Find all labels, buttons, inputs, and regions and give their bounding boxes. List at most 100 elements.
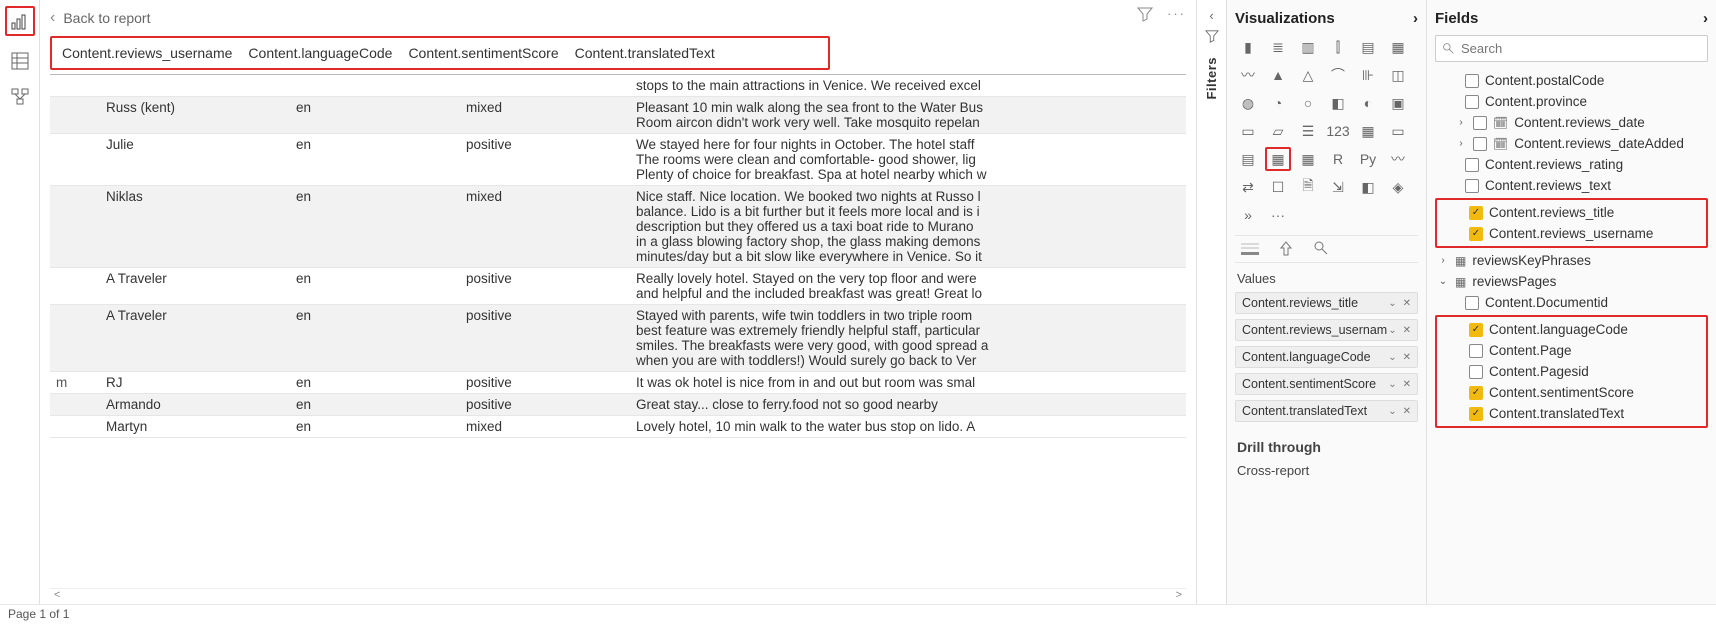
viz-type-icon[interactable]: 123: [1325, 119, 1351, 143]
checkbox[interactable]: [1465, 74, 1479, 88]
back-to-report-button[interactable]: ‹ Back to report: [50, 9, 150, 27]
field-item[interactable]: Content.reviews_title: [1439, 202, 1704, 223]
table-row[interactable]: mRJenpositiveIt was ok hotel is nice fro…: [50, 372, 1186, 394]
field-item[interactable]: Content.sentimentScore: [1439, 382, 1704, 403]
checkbox[interactable]: [1473, 137, 1487, 151]
viz-type-icon[interactable]: ▦: [1295, 147, 1321, 171]
viz-type-icon[interactable]: ⌒: [1325, 63, 1351, 87]
remove-icon[interactable]: ✕: [1403, 406, 1411, 417]
viz-type-icon[interactable]: ▭: [1385, 119, 1411, 143]
viz-type-icon[interactable]: ◔: [1265, 91, 1291, 115]
data-table[interactable]: stops to the main attractions in Venice.…: [50, 75, 1186, 438]
viz-type-icon[interactable]: ⫿: [1325, 35, 1351, 59]
remove-icon[interactable]: ✕: [1403, 352, 1411, 363]
format-tab[interactable]: [1279, 240, 1293, 256]
viz-type-icon[interactable]: ▦: [1385, 35, 1411, 59]
viz-type-icon[interactable]: »: [1235, 203, 1261, 227]
table-row[interactable]: MartynenmixedLovely hotel, 10 min walk t…: [50, 416, 1186, 438]
field-item[interactable]: ›▦reviewsKeyPhrases: [1435, 250, 1708, 271]
expand-icon[interactable]: ›: [1455, 138, 1467, 149]
chevron-down-icon[interactable]: ⌄: [1388, 379, 1396, 390]
horizontal-scrollbar[interactable]: <>: [50, 588, 1186, 604]
chevron-down-icon[interactable]: ⌄: [1388, 406, 1396, 417]
viz-type-icon[interactable]: ⊪: [1355, 63, 1381, 87]
table-row[interactable]: NiklasenmixedNice staff. Nice location. …: [50, 186, 1186, 268]
viz-type-icon[interactable]: ◈: [1385, 175, 1411, 199]
viz-type-icon[interactable]: ◧: [1355, 175, 1381, 199]
viz-type-icon[interactable]: ▥: [1295, 35, 1321, 59]
table-row[interactable]: A TravelerenpositiveReally lovely hotel.…: [50, 268, 1186, 305]
table-row[interactable]: stops to the main attractions in Venice.…: [50, 75, 1186, 97]
viz-type-icon[interactable]: 〰: [1385, 147, 1411, 171]
remove-icon[interactable]: ✕: [1403, 379, 1411, 390]
field-item[interactable]: Content.Documentid: [1435, 292, 1708, 313]
table-row[interactable]: A TravelerenpositiveStayed with parents,…: [50, 305, 1186, 372]
chevron-down-icon[interactable]: ⌄: [1388, 352, 1396, 363]
remove-icon[interactable]: ✕: [1403, 325, 1411, 336]
field-item[interactable]: Content.province: [1435, 91, 1708, 112]
chevron-right-icon[interactable]: ›: [1703, 10, 1708, 27]
checkbox[interactable]: [1469, 227, 1483, 241]
value-field-pill[interactable]: Content.languageCode⌄✕: [1235, 346, 1418, 368]
value-field-pill[interactable]: Content.reviews_title⌄✕: [1235, 292, 1418, 314]
checkbox[interactable]: [1469, 344, 1483, 358]
expand-icon[interactable]: ⌄: [1437, 276, 1449, 287]
viz-type-icon[interactable]: ≣: [1265, 35, 1291, 59]
viz-type-icon[interactable]: ⇲: [1325, 175, 1351, 199]
viz-type-icon[interactable]: ☰: [1295, 119, 1321, 143]
viz-type-icon[interactable]: ◍: [1235, 91, 1261, 115]
filter-icon[interactable]: [1137, 6, 1153, 22]
field-item[interactable]: Content.translatedText: [1439, 403, 1704, 424]
checkbox[interactable]: [1469, 365, 1483, 379]
viz-type-icon[interactable]: ⇄: [1235, 175, 1261, 199]
field-item[interactable]: ›🗓Content.reviews_date: [1435, 112, 1708, 133]
chevron-down-icon[interactable]: ⌄: [1388, 298, 1396, 309]
col-header[interactable]: Content.sentimentScore: [408, 45, 558, 61]
viz-type-icon[interactable]: ▣: [1385, 91, 1411, 115]
field-item[interactable]: Content.Pagesid: [1439, 361, 1704, 382]
remove-icon[interactable]: ✕: [1403, 298, 1411, 309]
viz-type-icon[interactable]: ▭: [1235, 119, 1261, 143]
fields-well-tab[interactable]: [1241, 240, 1259, 256]
viz-type-icon[interactable]: ◫: [1385, 63, 1411, 87]
more-icon[interactable]: ···: [1167, 6, 1186, 22]
expand-icon[interactable]: ›: [1455, 117, 1467, 128]
viz-type-icon[interactable]: 〰: [1235, 63, 1261, 87]
checkbox[interactable]: [1473, 116, 1487, 130]
data-view-icon[interactable]: [9, 50, 31, 72]
viz-type-icon[interactable]: ▤: [1235, 147, 1261, 171]
field-item[interactable]: ⌄▦reviewsPages: [1435, 271, 1708, 292]
checkbox[interactable]: [1465, 95, 1479, 109]
col-header[interactable]: Content.languageCode: [248, 45, 392, 61]
viz-type-icon[interactable]: ▤: [1355, 35, 1381, 59]
field-item[interactable]: ›🗓Content.reviews_dateAdded: [1435, 133, 1708, 154]
filters-pane-collapsed[interactable]: ‹ Filters: [1196, 0, 1226, 604]
chevron-down-icon[interactable]: ⌄: [1388, 325, 1396, 336]
viz-type-icon[interactable]: ▦: [1355, 119, 1381, 143]
checkbox[interactable]: [1469, 206, 1483, 220]
table-row[interactable]: ArmandoenpositiveGreat stay... close to …: [50, 394, 1186, 416]
value-field-pill[interactable]: Content.reviews_usernam⌄✕: [1235, 319, 1418, 341]
chevron-left-icon[interactable]: ‹: [1209, 8, 1213, 23]
analytics-tab[interactable]: [1313, 240, 1329, 256]
viz-type-icon[interactable]: ☐: [1265, 175, 1291, 199]
viz-type-icon[interactable]: ▮: [1235, 35, 1261, 59]
viz-type-icon[interactable]: ◐: [1355, 91, 1381, 115]
viz-type-icon[interactable]: ▱: [1265, 119, 1291, 143]
field-item[interactable]: Content.reviews_text: [1435, 175, 1708, 196]
table-row[interactable]: Russ (kent)enmixedPleasant 10 min walk a…: [50, 97, 1186, 134]
viz-type-icon[interactable]: ···: [1265, 203, 1291, 227]
viz-type-icon[interactable]: R: [1325, 147, 1351, 171]
field-item[interactable]: Content.postalCode: [1435, 70, 1708, 91]
table-row[interactable]: JulieenpositiveWe stayed here for four n…: [50, 134, 1186, 186]
field-item[interactable]: Content.reviews_username: [1439, 223, 1704, 244]
chevron-right-icon[interactable]: ›: [1413, 10, 1418, 27]
viz-type-icon[interactable]: Py: [1355, 147, 1381, 171]
viz-type-icon[interactable]: △: [1295, 63, 1321, 87]
viz-type-icon[interactable]: ○: [1295, 91, 1321, 115]
col-header[interactable]: Content.reviews_username: [62, 45, 232, 61]
viz-type-icon[interactable]: ◧: [1325, 91, 1351, 115]
field-item[interactable]: Content.Page: [1439, 340, 1704, 361]
checkbox[interactable]: [1465, 179, 1479, 193]
value-field-pill[interactable]: Content.sentimentScore⌄✕: [1235, 373, 1418, 395]
